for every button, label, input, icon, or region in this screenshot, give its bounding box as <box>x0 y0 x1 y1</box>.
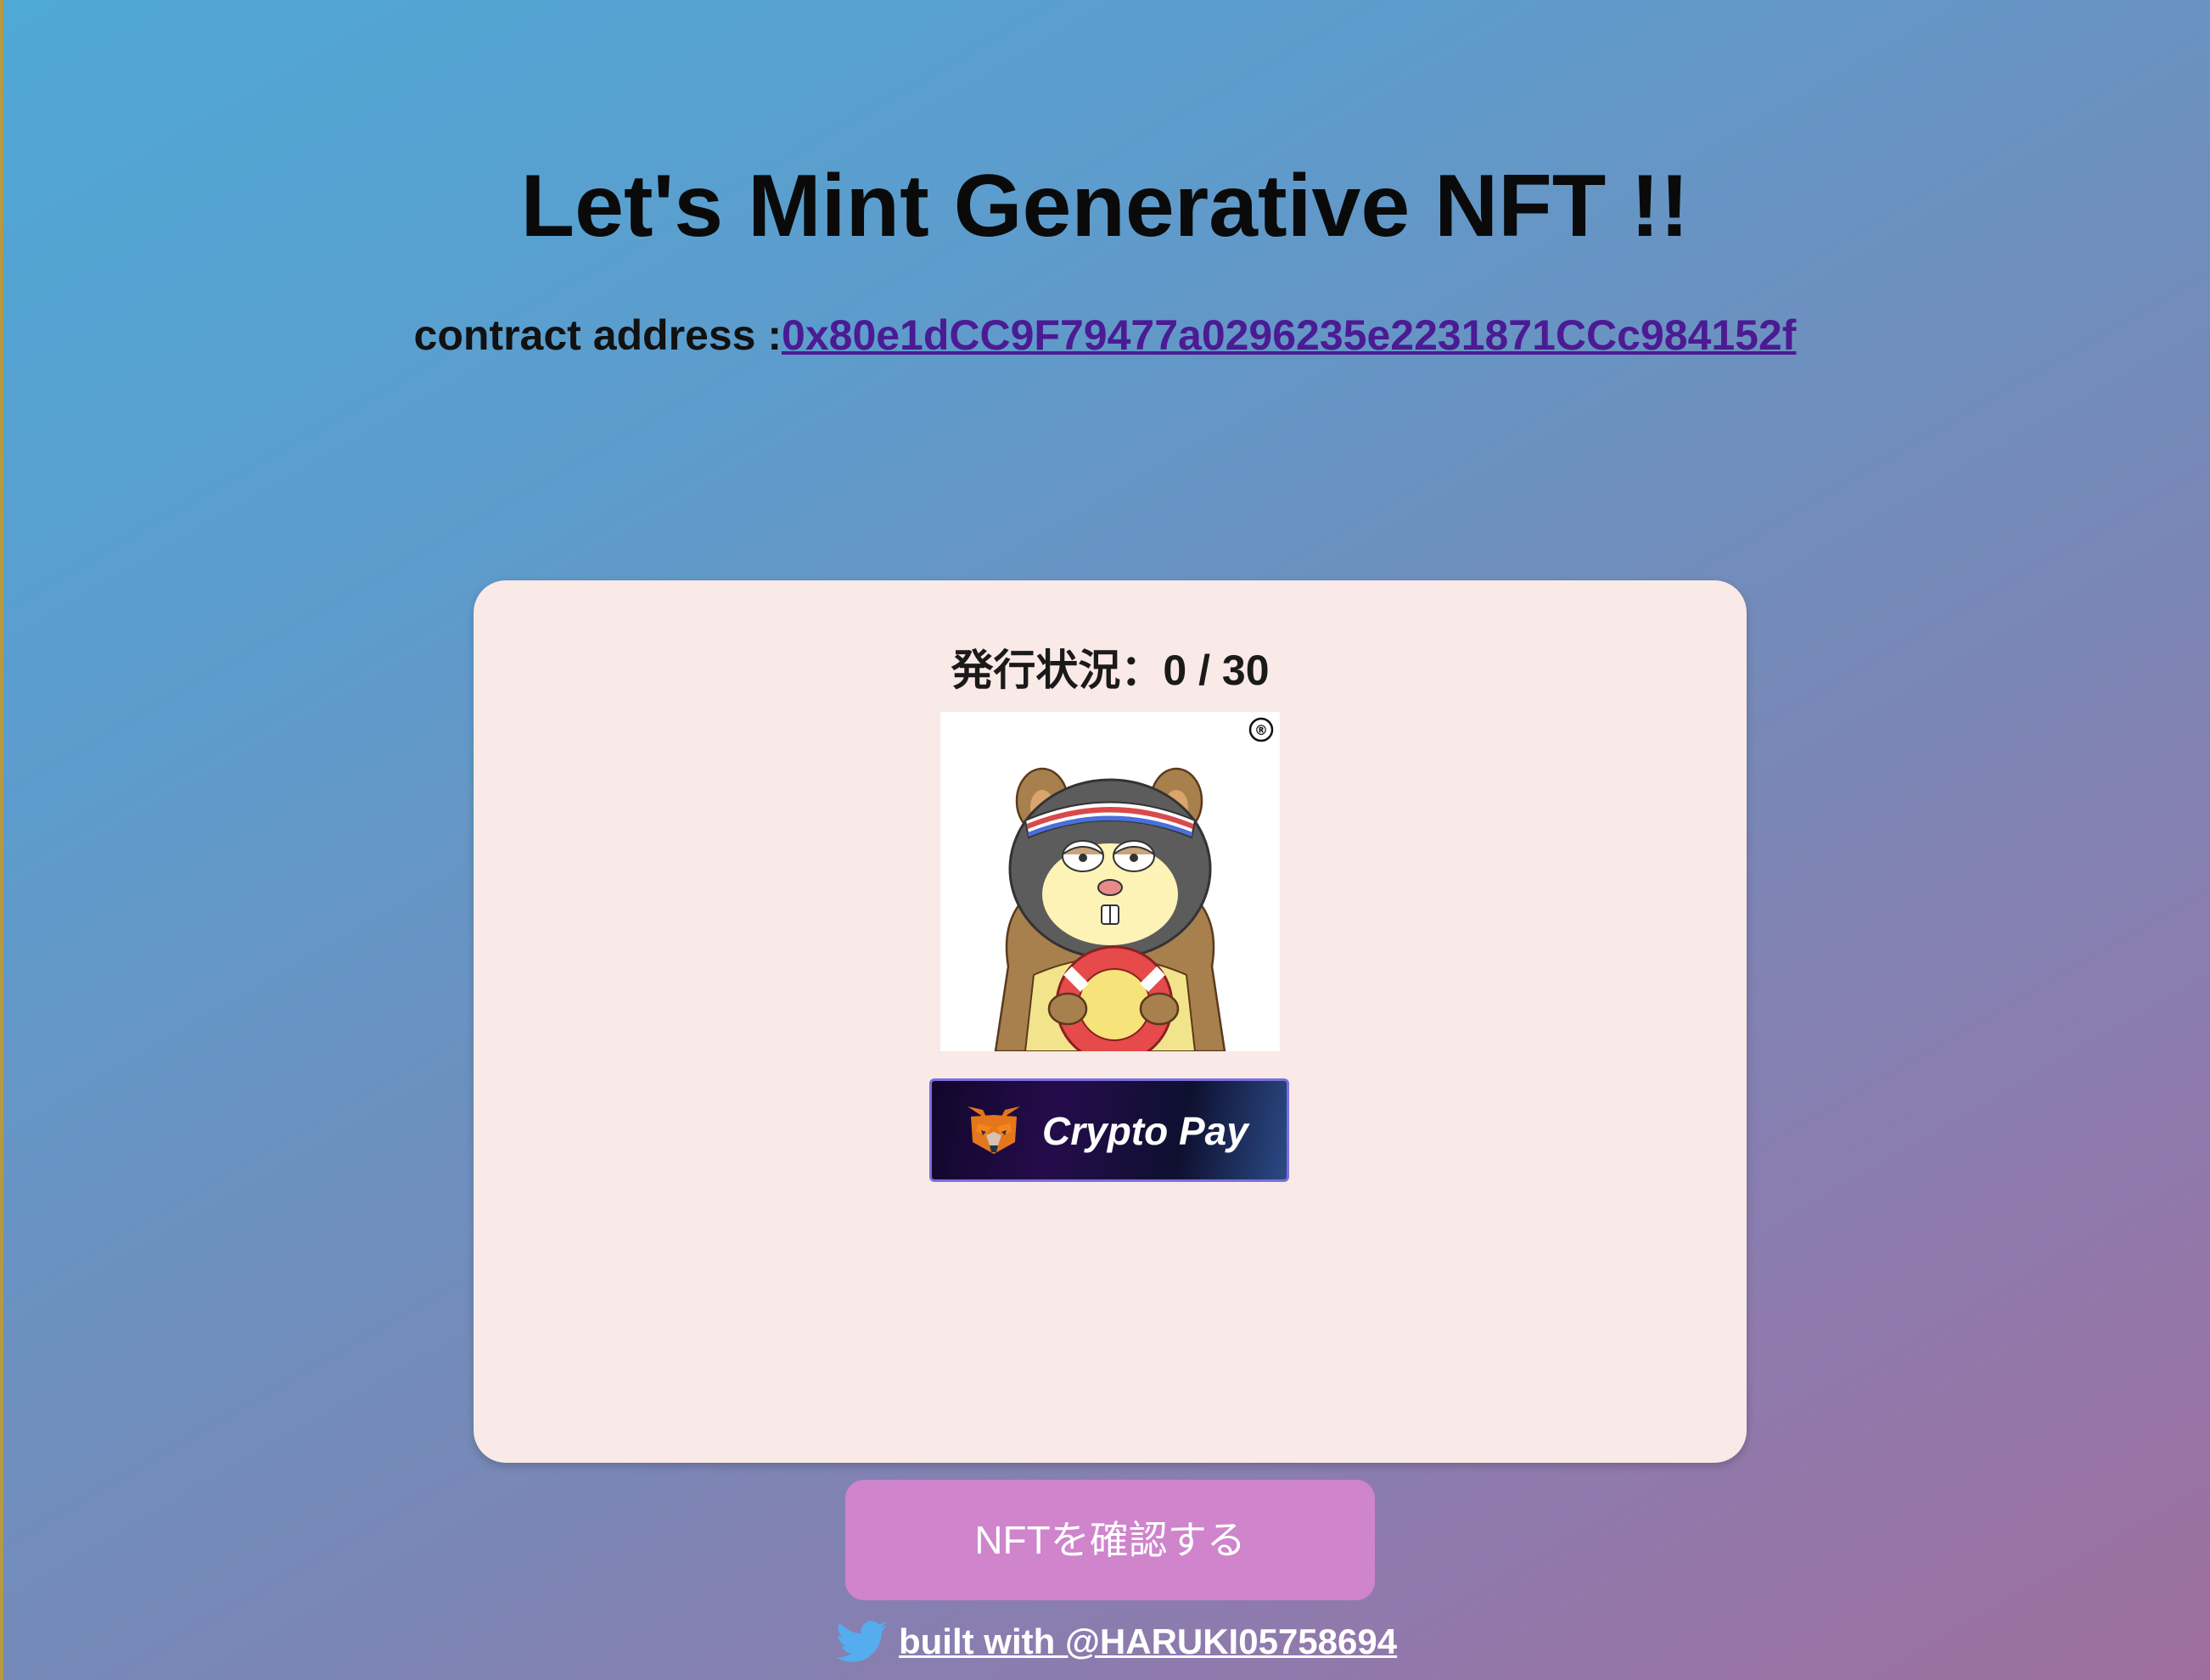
page-title: Let's Mint Generative NFT !! <box>520 157 1690 255</box>
crypto-pay-button[interactable]: Crypto Pay <box>929 1078 1289 1182</box>
twitter-icon <box>836 1621 887 1662</box>
crypto-pay-label: Crypto Pay <box>1042 1109 1248 1153</box>
hamster-nft-icon: ® <box>994 717 1274 1051</box>
mint-card: 発行状況：0 / 30 ® Crypto Pay <box>474 580 1747 1463</box>
svg-text:®: ® <box>1254 722 1268 738</box>
author-twitter-link[interactable]: built with @HARUKI05758694 <box>899 1621 1397 1662</box>
metamask-fox-icon <box>968 1106 1020 1154</box>
nft-image: ® <box>940 712 1280 1051</box>
contract-address-row: contract address :0x80e1dCC9F79477a02962… <box>0 305 2210 365</box>
footer: built with @HARUKI05758694 <box>836 1612 1397 1672</box>
contract-address-label: contract address : <box>413 311 782 359</box>
view-nft-button[interactable]: NFTを確認する <box>845 1480 1375 1600</box>
contract-address-link[interactable]: 0x80e1dCC9F79477a0296235e2231871CCc98415… <box>782 311 1796 359</box>
mint-status: 発行状況：0 / 30 <box>951 647 1270 694</box>
